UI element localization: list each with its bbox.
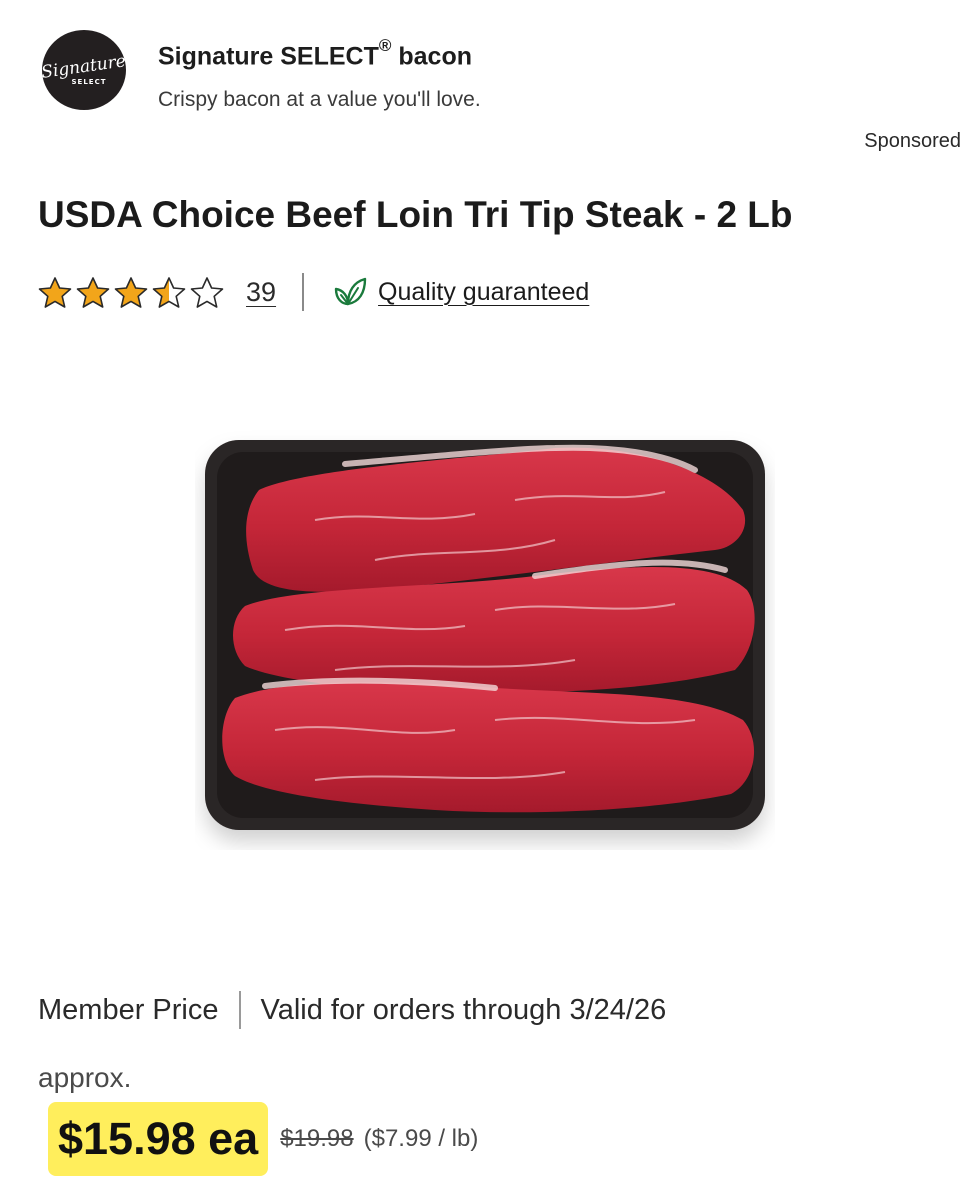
rating-divider (302, 273, 305, 311)
quality-guaranteed-link[interactable]: Quality guaranteed (378, 278, 589, 307)
star-full-icon (76, 276, 110, 309)
member-price-label: Member Price (38, 993, 219, 1026)
ad-product-name: bacon (398, 42, 472, 71)
star-full-icon (114, 276, 148, 309)
registered-mark: ® (378, 36, 392, 55)
signature-select-logo: Signature SELECT (42, 30, 126, 110)
tri-tip-steak-tray-image (205, 440, 765, 830)
star-rating[interactable] (38, 276, 224, 309)
price-row: $15.98 ea $19.98 ($7.99 / lb) (48, 1102, 478, 1176)
unit-price: ($7.99 / lb) (363, 1125, 479, 1152)
star-empty-icon (190, 276, 224, 309)
product-title: USDA Choice Beef Loin Tri Tip Steak - 2 … (38, 194, 793, 235)
rating-row: 39 Quality guaranteed (38, 270, 589, 314)
logo-small-text: SELECT (72, 78, 107, 86)
ad-tagline: Crispy bacon at a value you'll love. (158, 88, 481, 111)
star-full-icon (38, 276, 72, 309)
review-count-link[interactable]: 39 (246, 277, 276, 308)
sponsored-ad-banner[interactable]: Signature SELECT Signature SELECT® bacon… (0, 0, 969, 130)
leaf-icon (330, 275, 368, 309)
star-half-icon (152, 276, 186, 309)
product-image[interactable] (195, 430, 775, 850)
ad-title[interactable]: Signature SELECT® bacon (158, 36, 472, 71)
ad-brand-name: Signature SELECT (158, 42, 379, 71)
sale-price: $15.98 ea (48, 1102, 269, 1176)
approx-label: approx. (38, 1062, 132, 1093)
member-price-divider (238, 991, 241, 1029)
sponsored-label: Sponsored (864, 130, 961, 152)
member-price-row: Member Price Valid for orders through 3/… (38, 988, 666, 1032)
regular-price: $19.98 (280, 1125, 354, 1152)
price-validity-text: Valid for orders through 3/24/26 (260, 993, 667, 1026)
